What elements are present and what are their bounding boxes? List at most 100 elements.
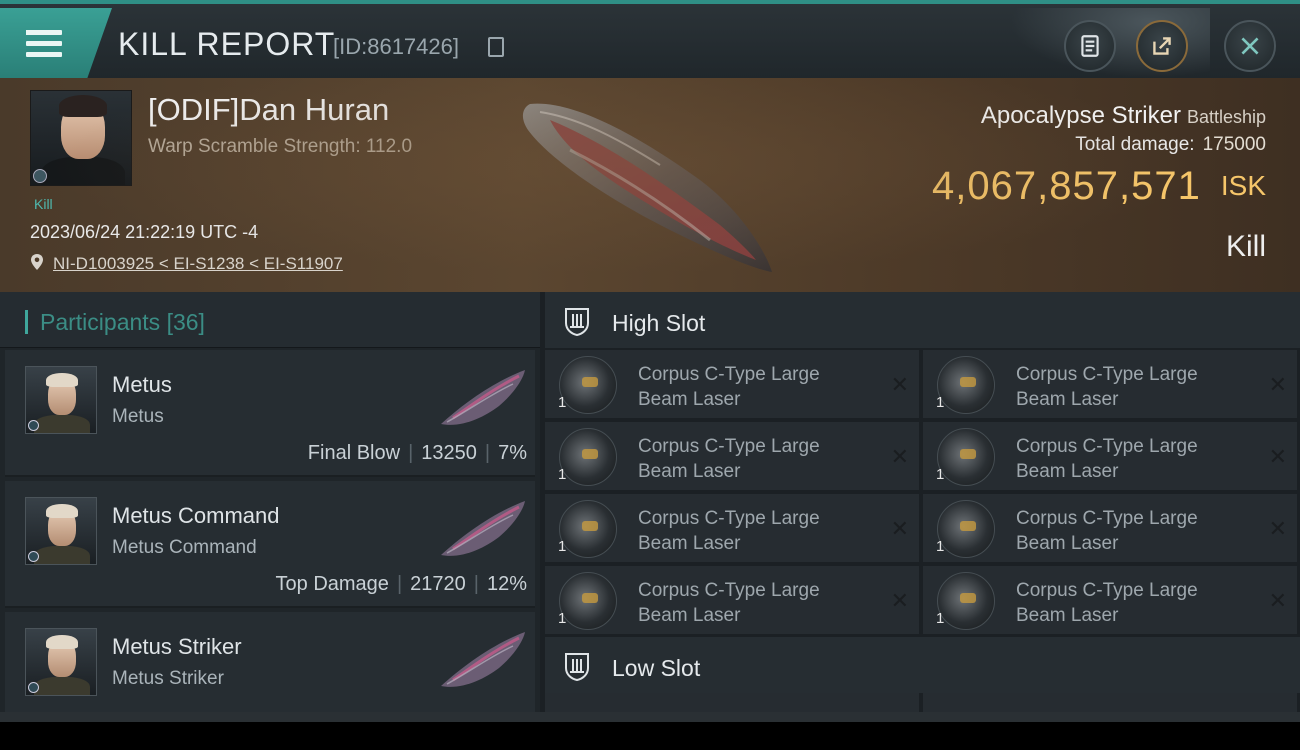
participants-header: Participants [36]	[0, 292, 540, 348]
module-item[interactable]: 1 Corpus C-Type Large Beam Laser ✕	[545, 566, 919, 634]
destroyed-mark-icon: ✕	[1268, 588, 1287, 613]
corp-badge-icon	[33, 169, 47, 183]
destroyed-mark-icon: ✕	[890, 372, 909, 397]
corp-badge-icon	[28, 682, 39, 693]
participant-ship-icon	[441, 632, 525, 687]
destroyed-mark-icon: ✕	[1268, 372, 1287, 397]
high-slot-label: High Slot	[612, 310, 706, 336]
module-item[interactable]: 1 Corpus C-Type Large Beam Laser ✕	[923, 494, 1297, 562]
beam-laser-icon	[937, 428, 995, 486]
participant-avatar[interactable]	[25, 497, 97, 565]
destroyed-mark-icon: ✕	[890, 588, 909, 613]
participant-name[interactable]: Metus Command	[112, 503, 280, 529]
beam-laser-icon	[559, 428, 617, 486]
participant-avatar[interactable]	[25, 366, 97, 434]
module-name: Corpus C-Type Large Beam Laser	[1016, 508, 1198, 554]
report-button[interactable]	[1064, 20, 1116, 72]
participant-row[interactable]: Metus Metus Final Blow | 13250 | 7%	[5, 350, 535, 477]
participant-damage: 13250	[421, 442, 477, 464]
module-name: Corpus C-Type Large Beam Laser	[1016, 580, 1198, 626]
isk-value: 4,067,857,571 ISK	[932, 164, 1266, 208]
destroyed-mark-icon: ✕	[890, 516, 909, 541]
menu-icon	[26, 30, 62, 60]
top-bar: KILL REPORT [ID:8617426]	[0, 0, 1300, 78]
menu-button[interactable]	[0, 8, 112, 78]
module-name: Corpus C-Type Large Beam Laser	[638, 364, 820, 410]
module-quantity: 1	[558, 394, 567, 411]
victim-ship-name[interactable]: Apocalypse Striker Battleship	[981, 102, 1266, 130]
module-item[interactable]: 1 Corpus C-Type Large Beam Laser ✕	[923, 566, 1297, 634]
participants-panel: Participants [36] Metus Metus Final Blow…	[0, 292, 540, 739]
module-item[interactable]: 1 Corpus C-Type Large Beam Laser ✕	[545, 350, 919, 418]
isk-unit: ISK	[1220, 170, 1266, 201]
participant-percent: 12%	[486, 573, 527, 595]
location-pin-icon	[31, 254, 43, 270]
victim-panel: [ODIF]Dan Huran Warp Scramble Strength: …	[0, 78, 1300, 292]
beam-laser-icon	[559, 500, 617, 558]
copy-id-icon[interactable]	[488, 37, 504, 57]
destroyed-mark-icon: ✕	[1268, 444, 1287, 469]
high-slot-header: High Slot	[545, 292, 1300, 348]
participant-ship-icon	[441, 370, 525, 425]
module-item[interactable]: 1 Corpus C-Type Large Beam Laser ✕	[545, 422, 919, 490]
kill-datetime: 2023/06/24 21:22:19 UTC -4	[30, 222, 259, 242]
participant-role: Final Blow	[307, 442, 401, 464]
kill-location-link[interactable]: NI-D1003925 < EI-S1238 < EI-S11907	[53, 254, 343, 274]
total-damage: Total damage: 175000	[1075, 134, 1266, 155]
report-icon	[1081, 35, 1099, 57]
close-icon	[1241, 37, 1259, 55]
low-slot-icon	[565, 653, 589, 682]
participant-stats: Final Blow | 13250 | 7%	[307, 442, 527, 464]
fitting-panel: High Slot 1 Corpus C-Type Large Beam Las…	[540, 292, 1300, 712]
module-name: Corpus C-Type Large Beam Laser	[638, 580, 820, 626]
victim-avatar[interactable]	[30, 90, 132, 186]
high-slot-icon	[565, 308, 589, 337]
participant-ship-icon	[441, 501, 525, 556]
destroyed-mark-icon: ✕	[890, 444, 909, 469]
module-quantity: 1	[558, 538, 567, 555]
module-name: Corpus C-Type Large Beam Laser	[638, 436, 820, 482]
module-item[interactable]: 1 Corpus C-Type Large Beam Laser ✕	[923, 422, 1297, 490]
kill-tag: Kill	[34, 196, 53, 212]
participant-name[interactable]: Metus	[112, 372, 172, 398]
victim-stat: Warp Scramble Strength: 112.0	[148, 136, 413, 157]
share-button[interactable]	[1136, 20, 1188, 72]
low-slot-item[interactable]	[545, 693, 919, 712]
module-name: Corpus C-Type Large Beam Laser	[1016, 364, 1198, 410]
result-label: Kill	[1225, 230, 1266, 263]
participant-name[interactable]: Metus Striker	[112, 634, 242, 660]
low-slot-item[interactable]	[923, 693, 1297, 712]
bottom-bar	[0, 712, 1300, 722]
module-item[interactable]: 1 Corpus C-Type Large Beam Laser ✕	[923, 350, 1297, 418]
participant-damage: 21720	[410, 573, 466, 595]
report-id: [ID:8617426]	[333, 34, 459, 59]
participant-corp: Metus Striker	[112, 668, 224, 689]
participant-row[interactable]: Metus Command Metus Command Top Damage | 2…	[5, 481, 535, 608]
beam-laser-icon	[937, 500, 995, 558]
module-name: Corpus C-Type Large Beam Laser	[1016, 436, 1198, 482]
participant-stats: Top Damage | 21720 | 12%	[275, 573, 527, 595]
total-damage-value: 175000	[1202, 134, 1266, 155]
beam-laser-icon	[559, 356, 617, 414]
share-icon	[1153, 37, 1171, 55]
module-quantity: 1	[936, 394, 945, 411]
low-slot-header: Low Slot	[545, 637, 1300, 693]
victim-name[interactable]: [ODIF]Dan Huran	[148, 92, 389, 128]
participant-percent: 7%	[498, 442, 527, 464]
destroyed-mark-icon: ✕	[1268, 516, 1287, 541]
participants-count: [36]	[166, 309, 205, 335]
module-name: Corpus C-Type Large Beam Laser	[638, 508, 820, 554]
module-quantity: 1	[936, 538, 945, 555]
participant-role: Top Damage	[275, 573, 389, 595]
corp-badge-icon	[28, 551, 39, 562]
participant-corp: Metus	[112, 406, 164, 427]
close-button[interactable]	[1224, 20, 1276, 72]
module-quantity: 1	[558, 610, 567, 627]
page-title: KILL REPORT	[118, 26, 336, 62]
module-quantity: 1	[936, 610, 945, 627]
ship-class: Battleship	[1186, 107, 1266, 127]
screen-edge	[0, 722, 1300, 750]
low-slot-label: Low Slot	[612, 655, 701, 681]
module-item[interactable]: 1 Corpus C-Type Large Beam Laser ✕	[545, 494, 919, 562]
participant-avatar[interactable]	[25, 628, 97, 696]
